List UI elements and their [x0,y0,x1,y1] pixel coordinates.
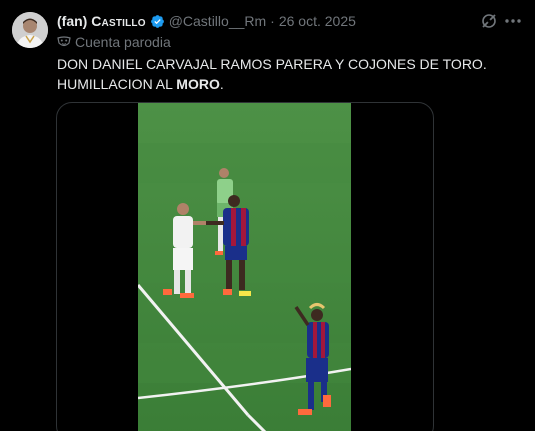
parody-label: Cuenta parodia [57,34,171,50]
display-name[interactable]: (fan) Castillo [57,13,146,29]
separator-dot: · [270,13,275,29]
tweet-text-line-2-start: HUMILLACION AL [57,76,177,92]
tweet-text-bold-word: MORO [176,76,220,92]
tweet-date[interactable]: 26 oct. 2025 [279,13,356,29]
parody-text: Cuenta parodia [75,34,171,50]
more-horizontal-icon[interactable] [503,11,523,31]
verified-badge-icon [150,14,164,28]
video-frame [138,103,351,431]
tweet-text-line-1: DON DANIEL CARVAJAL RAMOS PARERA Y COJON… [57,56,487,72]
tweet-text-line-2: HUMILLACION AL MORO. [57,74,517,94]
tweet-header: (fan) Castillo @Castillo__Rm · 26 oct. 2… [57,12,356,30]
grok-icon[interactable] [479,11,499,31]
tweet-text: DON DANIEL CARVAJAL RAMOS PARERA Y COJON… [57,54,517,94]
display-name-prefix: (fan) [57,13,88,29]
tweet-text-line-2-end: . [219,76,224,92]
tweet-media-video[interactable] [56,102,434,431]
display-name-main: Castillo [91,13,146,29]
avatar[interactable] [12,12,48,48]
parody-mask-icon [57,36,71,47]
user-handle[interactable]: @Castillo__Rm [169,13,266,29]
